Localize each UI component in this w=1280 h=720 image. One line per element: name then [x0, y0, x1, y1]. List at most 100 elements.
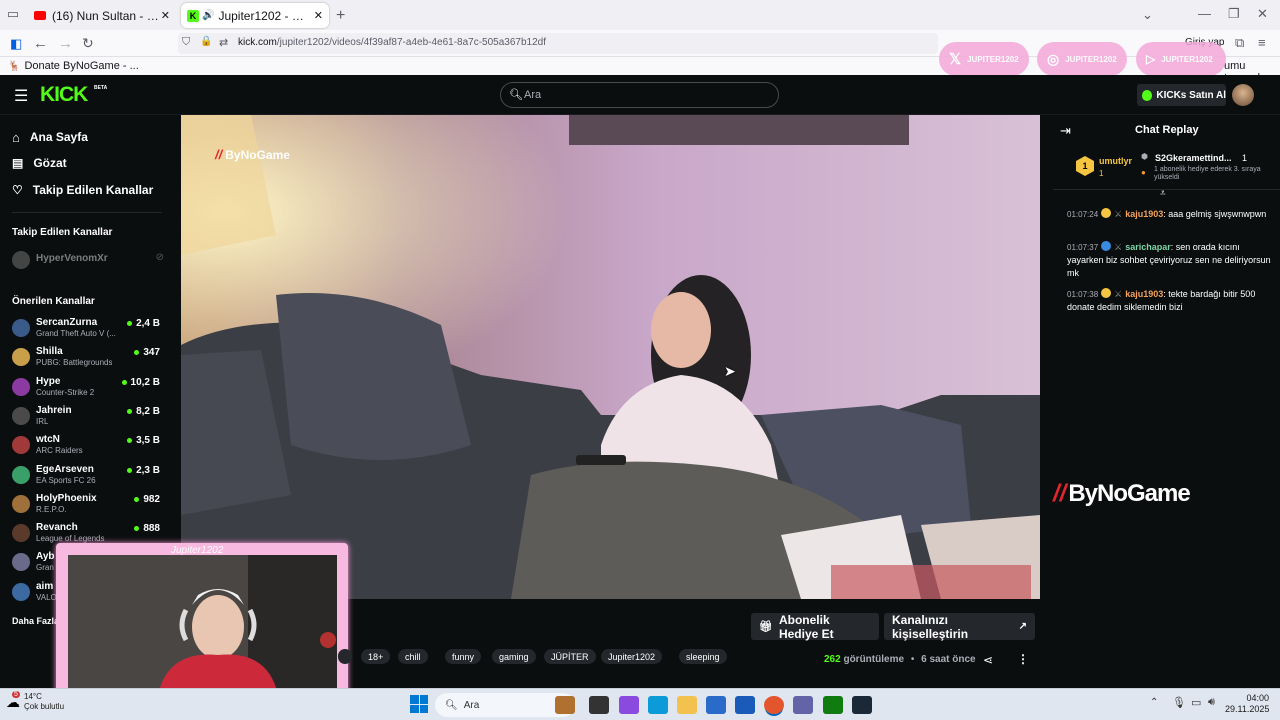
channel-name: SercanZurna: [36, 317, 98, 328]
browser-tab-bar: ▭ (16) Nun Sultan - Orman (karaoke) ✕ K …: [0, 0, 1280, 30]
collapse-chat-icon[interactable]: ⇥: [1060, 123, 1071, 139]
gift-sub-button[interactable]: 🎁︎ Abonelik Hediye Et: [751, 613, 879, 641]
channel-name: Hype: [36, 375, 61, 387]
tab-youtube[interactable]: (16) Nun Sultan - Orman (karaoke) ✕: [28, 3, 176, 28]
xbox-icon[interactable]: [823, 696, 843, 714]
url-bar[interactable]: ⛉ 🔒 ⇄ kick.com/jupiter1202/videos/4f39af…: [178, 33, 938, 54]
taskbar-search[interactable]: 🔍︎ Ara: [435, 693, 575, 717]
scroll-down-icon[interactable]: ⩡: [1160, 188, 1166, 199]
sidebar-channel-6[interactable]: HolyPhoenix R.E.P.O. 982: [12, 491, 168, 519]
folder-icon[interactable]: [677, 696, 697, 714]
weather-widget[interactable]: ☁ 5 14°C Çok bulutlu: [6, 690, 64, 712]
reload-icon[interactable]: ↻: [82, 35, 94, 52]
video-player[interactable]: // ByNoGame ➤: [181, 115, 1040, 599]
tab-list-icon[interactable]: ▭: [6, 6, 20, 21]
chat-brand-overlay: // ByNoGame: [1053, 480, 1191, 507]
menu-icon[interactable]: ≡: [1258, 35, 1266, 50]
close-tab-icon[interactable]: ✕: [161, 9, 170, 22]
sidebar-item-home[interactable]: ⌂ Ana Sayfa: [12, 127, 88, 147]
shield-icon[interactable]: ⛉: [182, 36, 190, 49]
user-avatar[interactable]: [1232, 84, 1254, 106]
tray-overflow-icon[interactable]: ⌃: [1150, 697, 1158, 708]
search-input[interactable]: 🔍︎ Ara: [500, 82, 779, 108]
chat-username[interactable]: kaju1903: [1125, 209, 1163, 219]
followed-channel[interactable]: HyperVenomXr ⊘: [12, 247, 168, 275]
avatar: [12, 465, 30, 484]
clock[interactable]: 04:00 29.11.2025: [1225, 693, 1269, 715]
live-dot-icon: [121, 379, 127, 385]
channel-name: Shilla: [36, 346, 63, 358]
kick-logo[interactable]: KICK: [40, 83, 88, 107]
permissions-icon[interactable]: ⇄: [219, 36, 228, 49]
sidebar-item-following[interactable]: ♡ Takip Edilen Kanallar: [12, 180, 153, 200]
edge-icon[interactable]: [648, 696, 668, 714]
customize-channel-button[interactable]: Kanalınızı kişiselleştirin ↗: [884, 613, 1035, 641]
sidebar-channel-5[interactable]: EgeArseven EA Sports FC 26 2,3 B: [12, 462, 168, 490]
message-time: 01:07:24: [1067, 210, 1099, 219]
chat-username[interactable]: kaju1903: [1125, 289, 1163, 299]
viewer-count: 888: [134, 523, 160, 534]
bookmark-item[interactable]: 🦌 Donate ByNoGame - ...: [8, 60, 139, 72]
extensions-icon[interactable]: ⧉: [1235, 35, 1244, 51]
recent-gifter-name[interactable]: S2Gkeramettind...: [1155, 153, 1232, 163]
tag-5[interactable]: Jupiter1202: [601, 649, 663, 664]
firefox-icon[interactable]: [764, 696, 784, 714]
channel-name: EgeArseven: [36, 463, 94, 475]
chat-username[interactable]: sarichapar: [1125, 242, 1171, 252]
network-icon[interactable]: ▭: [1191, 696, 1201, 709]
sidebar-channel-4[interactable]: wtcN ARC Raiders 3,5 B: [12, 432, 168, 460]
tag-1[interactable]: chill: [398, 649, 428, 664]
sidebar-channel-1[interactable]: Shilla PUBG: Battlegrounds 347: [12, 344, 168, 372]
tag-partial[interactable]: [338, 649, 352, 664]
tab-kick[interactable]: K 🔊 Jupiter1202 - Watch the VOD ✕: [181, 3, 329, 28]
sidebar-channel-2[interactable]: Hype Counter-Strike 2 10,2 B: [12, 374, 168, 402]
channel-game: ARC Raiders: [36, 446, 83, 456]
audio-playing-icon[interactable]: 🔊: [202, 10, 214, 21]
live-dot-icon: [127, 408, 133, 414]
microphone-icon[interactable]: 🎙︎: [1172, 696, 1186, 709]
back-icon[interactable]: ←: [33, 35, 48, 52]
sidebar-channel-0[interactable]: SercanZurna Grand Theft Auto V (... 2,4 B: [12, 315, 168, 343]
tag-3[interactable]: gaming: [492, 649, 536, 664]
show-more-link[interactable]: Daha Fazla: [12, 616, 59, 626]
tag-2[interactable]: funny: [445, 649, 482, 664]
lock-icon[interactable]: 🔒: [200, 36, 212, 47]
hamburger-icon[interactable]: ☰: [14, 86, 28, 106]
channel-game: League of Legends: [36, 534, 105, 544]
tag-6[interactable]: sleeping: [679, 649, 727, 664]
teams-icon[interactable]: [793, 696, 813, 714]
tag-4[interactable]: JÜPİTER: [544, 649, 596, 664]
store-icon[interactable]: [706, 696, 726, 714]
forward-icon[interactable]: →: [58, 35, 73, 52]
trophy-icon: ●: [1141, 168, 1146, 177]
more-options-icon[interactable]: ⋮: [1017, 652, 1029, 666]
close-tab-icon[interactable]: ✕: [314, 9, 323, 22]
buy-kicks-button[interactable]: KICKs Satın Al: [1137, 84, 1226, 106]
tab-overflow-icon[interactable]: ⌄: [1142, 7, 1153, 23]
sword-badge-icon: ⚔: [1114, 289, 1123, 299]
maximize-icon[interactable]: ❐: [1228, 6, 1240, 22]
sidebar-toggle-icon[interactable]: ◧: [10, 36, 22, 52]
windows-start-icon[interactable]: [410, 695, 428, 713]
viewer-count: 3,5 B: [127, 435, 160, 446]
sidebar-item-browse[interactable]: ▤ Gözat: [12, 153, 67, 173]
volume-icon[interactable]: 🔊︎: [1208, 696, 1215, 709]
top-gifter-name[interactable]: umutlyr: [1099, 156, 1132, 166]
instagram-overlay-pill: ◎ JUPITER1202: [1037, 42, 1127, 76]
deer-app-icon[interactable]: [555, 696, 575, 714]
copilot-icon[interactable]: [619, 696, 639, 714]
file-explorer-icon[interactable]: [589, 696, 609, 714]
minimize-icon[interactable]: —: [1198, 6, 1211, 21]
new-tab-icon[interactable]: +: [336, 7, 345, 25]
youtube-icon: [34, 11, 46, 20]
sidebar-channel-3[interactable]: Jahrein IRL 8,2 B: [12, 403, 168, 431]
instagram-icon: ◎: [1047, 50, 1060, 67]
viewer-count: 10,2 B: [121, 377, 160, 388]
outlook-icon[interactable]: [735, 696, 755, 714]
tag-0[interactable]: 18+: [361, 649, 391, 664]
kicks-coin-icon: [1142, 89, 1153, 101]
share-icon[interactable]: ⋖: [983, 653, 993, 667]
steam-icon[interactable]: [852, 696, 872, 714]
bynogame-logo-icon: //: [215, 147, 223, 162]
close-window-icon[interactable]: ✕: [1257, 6, 1268, 22]
